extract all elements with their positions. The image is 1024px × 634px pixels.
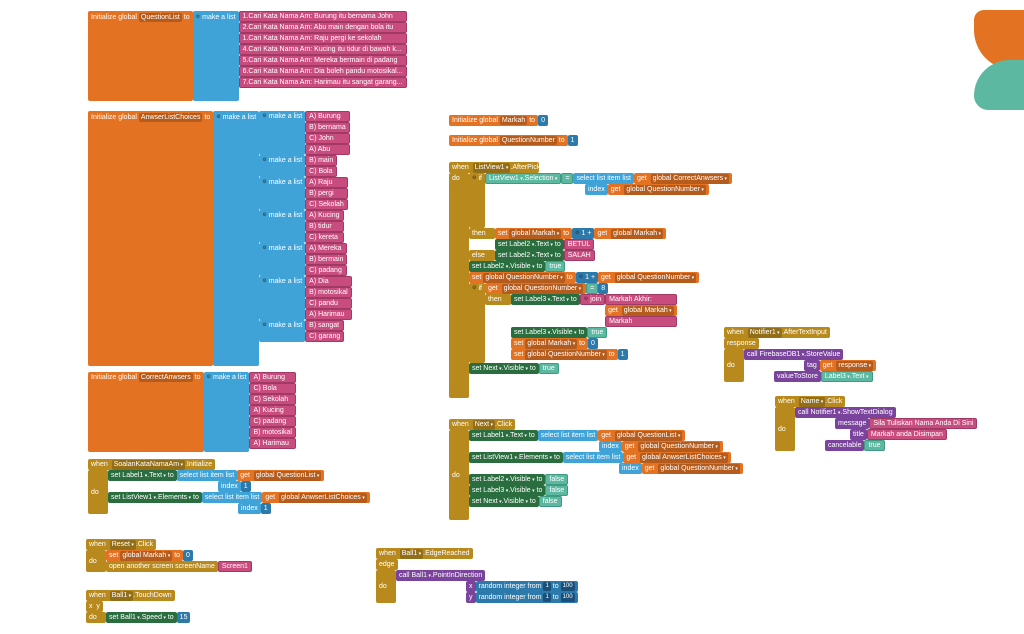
block-listview-afterpicking[interactable]: when ListView1.AfterPicking do if ListVi… bbox=[449, 162, 732, 398]
list-item[interactable]: B) motosikal bbox=[305, 287, 352, 298]
list-item[interactable]: B) pergi bbox=[305, 188, 348, 199]
list-item[interactable]: 4.Cari Kata Nama Am: Kucing itu tidur di… bbox=[239, 44, 407, 55]
block-ball-edge[interactable]: when Ball1.EdgeReached edge do call Ball… bbox=[376, 548, 578, 603]
block-reset-click[interactable]: when Reset.Click do setglobal Markah to … bbox=[86, 539, 252, 572]
list-item[interactable]: C) John bbox=[305, 133, 350, 144]
list-item[interactable]: C) Sekolah bbox=[305, 199, 348, 210]
list-item[interactable]: C) Bola bbox=[305, 166, 337, 177]
list-item[interactable]: C) kereta bbox=[305, 232, 343, 243]
question-list-items: 1.Cari Kata Nama Am: Burung itu bernama … bbox=[239, 11, 407, 88]
list-item[interactable]: A) Burung bbox=[249, 372, 296, 383]
block-init-questionlist[interactable]: Initialize global QuestionList to make a… bbox=[88, 11, 407, 101]
block-notifier-aftertext[interactable]: when Notifier1.AfterTextInput response d… bbox=[724, 327, 876, 382]
app-logo bbox=[934, 10, 1024, 130]
list-item[interactable]: B) motosikal bbox=[249, 427, 296, 438]
make-list-label: make a list bbox=[202, 13, 235, 22]
list-item[interactable]: A) Abu bbox=[305, 144, 350, 155]
list-item[interactable]: A) Dia bbox=[305, 276, 352, 287]
list-item[interactable]: 2.Cari Kata Nama Am: Abu main dengan bol… bbox=[239, 22, 407, 33]
block-init-qnum[interactable]: Initialize globalQuestionNumber to 1 bbox=[449, 135, 578, 146]
block-name-click[interactable]: when Name.Click do call Notifier1.ShowTe… bbox=[775, 396, 977, 451]
list-item[interactable]: C) pandu bbox=[305, 298, 352, 309]
list-item[interactable]: A) Harimau bbox=[249, 438, 296, 449]
list-item[interactable]: C) Sekolah bbox=[249, 394, 296, 405]
list-item[interactable]: 5.Cari Kata Nama Am: Mereka bermain di p… bbox=[239, 55, 407, 66]
list-item[interactable]: C) padang bbox=[305, 265, 347, 276]
list-item[interactable]: B) main bbox=[305, 155, 337, 166]
list-item[interactable]: B) sangat bbox=[305, 320, 344, 331]
block-init-correct[interactable]: Initialize globalCorrectAnwsers to make … bbox=[88, 372, 296, 452]
list-item[interactable]: A) Kucing bbox=[249, 405, 296, 416]
to-label: to bbox=[184, 13, 190, 22]
list-item[interactable]: B) bernama bbox=[305, 122, 350, 133]
list-item[interactable]: B) bermain bbox=[305, 254, 347, 265]
list-item[interactable]: 1.Cari Kata Nama Am: Burung itu bernama … bbox=[239, 11, 407, 22]
list-item[interactable]: A) Mereka bbox=[305, 243, 347, 254]
block-screen-init[interactable]: when SoalanKataNamaAm.Initialize do set … bbox=[88, 459, 370, 514]
response-tag: response bbox=[724, 338, 759, 349]
list-item[interactable]: 7.Cari Kata Nama Am: Harimau itu sangat … bbox=[239, 77, 407, 88]
block-init-markah[interactable]: Initialize globalMarkah to 0 bbox=[449, 115, 548, 126]
block-ball-touchdown[interactable]: when Ball1.TouchDown x y do set Ball1.Sp… bbox=[86, 590, 190, 623]
list-item[interactable]: 6.Cari Kata Nama Am: Dia boleh pandu mot… bbox=[239, 66, 407, 77]
block-init-answerchoices[interactable]: Initialize global AnwserListChoices to m… bbox=[88, 111, 352, 366]
list-item[interactable]: A) Harimau bbox=[305, 309, 352, 320]
var-name: QuestionList bbox=[139, 13, 182, 22]
block-next-click[interactable]: when Next.Click do set Label1.Text to se… bbox=[449, 419, 743, 520]
list-item[interactable]: 1.Cari Kata Nama Am: Raju pergi ke sekol… bbox=[239, 33, 407, 44]
init-global-label: Initialize global bbox=[91, 13, 137, 22]
list-item[interactable]: A) Burung bbox=[305, 111, 350, 122]
list-item[interactable]: B) tidur bbox=[305, 221, 343, 232]
edge-tag: edge bbox=[376, 559, 398, 570]
nested-lists: make a list A) Burung B) bernama C) John… bbox=[259, 111, 351, 342]
list-item[interactable]: A) Raju bbox=[305, 177, 348, 188]
list-item[interactable]: A) Kucing bbox=[305, 210, 343, 221]
list-item[interactable]: C) padang bbox=[249, 416, 296, 427]
list-item[interactable]: C) garang bbox=[305, 331, 344, 342]
list-item[interactable]: C) Bola bbox=[249, 383, 296, 394]
